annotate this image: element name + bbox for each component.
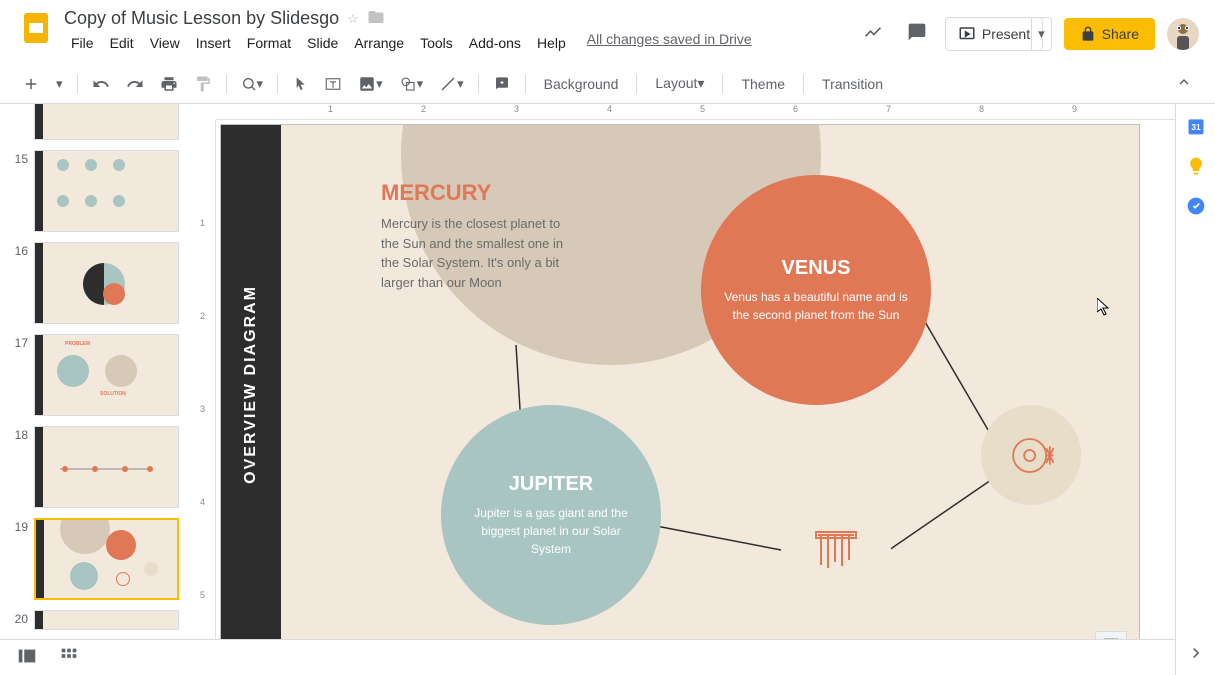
jupiter-desc: Jupiter is a gas giant and the biggest p… (461, 504, 641, 558)
toolbar: ▾ ▾ ▾ ▾ ▾ Background Layout▾ Theme Trans… (0, 64, 1215, 104)
overview-bar: OVERVIEW DIAGRAM (221, 125, 281, 643)
thumb-number: 19 (8, 518, 28, 534)
tasks-icon[interactable] (1186, 196, 1206, 216)
side-panel: 31 (1175, 104, 1215, 675)
thumb-number: 16 (8, 242, 28, 258)
slide-canvas[interactable]: OVERVIEW DIAGRAM MERCURY Mercury is the … (220, 124, 1140, 644)
menu-help[interactable]: Help (530, 31, 573, 55)
mercury-desc: Mercury is the closest planet to the Sun… (381, 214, 581, 292)
menubar: File Edit View Insert Format Slide Arran… (64, 31, 857, 55)
paint-format-button[interactable] (188, 71, 218, 97)
theme-button[interactable]: Theme (731, 70, 795, 98)
share-label: Share (1102, 26, 1139, 42)
comment-tool[interactable] (487, 71, 517, 97)
transition-button[interactable]: Transition (812, 70, 893, 98)
venus-desc: Venus has a beautiful name and is the se… (721, 288, 911, 324)
menu-file[interactable]: File (64, 31, 101, 55)
menu-tools[interactable]: Tools (413, 31, 460, 55)
share-button[interactable]: Share (1064, 18, 1155, 50)
menu-slide[interactable]: Slide (300, 31, 345, 55)
slide-thumbnail-20[interactable] (34, 610, 179, 630)
slide-thumbnail-17[interactable]: PROBLEM SOLUTION (34, 334, 179, 416)
menu-edit[interactable]: Edit (103, 31, 141, 55)
chimes-icon (806, 520, 866, 580)
user-avatar[interactable] (1167, 18, 1199, 50)
background-button[interactable]: Background (534, 70, 629, 98)
comments-icon[interactable] (901, 16, 933, 51)
slide-thumbnail[interactable] (34, 104, 179, 140)
star-icon[interactable]: ☆ (347, 11, 359, 27)
present-dropdown[interactable]: ▾ (1031, 17, 1052, 51)
menu-insert[interactable]: Insert (189, 31, 238, 55)
calendar-icon[interactable]: 31 (1186, 116, 1206, 136)
layout-button[interactable]: Layout▾ (645, 69, 714, 98)
drum-icon-circle[interactable] (981, 405, 1081, 505)
shape-tool[interactable]: ▾ (393, 71, 430, 97)
svg-text:31: 31 (1191, 122, 1201, 132)
select-tool[interactable] (286, 71, 314, 97)
mercury-text-block[interactable]: MERCURY Mercury is the closest planet to… (381, 180, 581, 292)
folder-icon[interactable] (367, 8, 385, 29)
sidepanel-expand[interactable] (1186, 643, 1206, 663)
jupiter-circle[interactable]: JUPITER Jupiter is a gas giant and the b… (441, 405, 661, 625)
slide-thumbnail-16[interactable] (34, 242, 179, 324)
slide-thumbnail-18[interactable] (34, 426, 179, 508)
horizontal-ruler: 1 2 3 4 5 6 7 8 9 (216, 104, 1175, 120)
activity-icon[interactable] (857, 16, 889, 51)
thumb-number: 15 (8, 150, 28, 166)
print-button[interactable] (154, 71, 184, 97)
collapse-toolbar[interactable] (1169, 67, 1199, 100)
zoom-button[interactable]: ▾ (235, 71, 270, 97)
chimes-icon-circle[interactable] (781, 495, 891, 605)
vertical-ruler: 1 2 3 4 5 (200, 120, 216, 675)
filmstrip-view-icon[interactable] (16, 645, 38, 670)
menu-arrange[interactable]: Arrange (347, 31, 411, 55)
undo-button[interactable] (86, 71, 116, 97)
menu-format[interactable]: Format (240, 31, 298, 55)
thumb-number: 18 (8, 426, 28, 442)
bottom-bar (0, 639, 1175, 675)
drum-icon (1004, 428, 1059, 483)
canvas-area[interactable]: 1 2 3 4 5 6 7 8 9 1 2 3 4 5 (200, 104, 1175, 675)
menu-addons[interactable]: Add-ons (462, 31, 528, 55)
keep-icon[interactable] (1186, 156, 1206, 176)
new-slide-dropdown[interactable]: ▾ (50, 71, 69, 97)
image-tool[interactable]: ▾ (352, 71, 389, 97)
jupiter-title: JUPITER (509, 473, 593, 496)
menu-view[interactable]: View (143, 31, 187, 55)
mercury-title: MERCURY (381, 180, 581, 206)
slide-thumbnail-19[interactable] (34, 518, 179, 600)
textbox-tool[interactable] (318, 71, 348, 97)
line-tool[interactable]: ▾ (433, 71, 470, 97)
save-status[interactable]: All changes saved in Drive (587, 31, 752, 55)
overview-title: OVERVIEW DIAGRAM (242, 285, 260, 484)
thumb-number: 17 (8, 334, 28, 350)
present-label: Present (982, 26, 1030, 42)
venus-circle[interactable]: VENUS Venus has a beautiful name and is … (701, 175, 931, 405)
redo-button[interactable] (120, 71, 150, 97)
present-button[interactable]: Present (945, 17, 1043, 51)
grid-view-icon[interactable] (58, 645, 80, 670)
doc-title[interactable]: Copy of Music Lesson by Slidesgo (64, 8, 339, 29)
thumb-number: 20 (8, 610, 28, 626)
new-slide-button[interactable] (16, 71, 46, 97)
slide-thumbnail-15[interactable] (34, 150, 179, 232)
venus-title: VENUS (782, 257, 851, 280)
filmstrip[interactable]: 15 16 (0, 104, 200, 675)
slides-logo[interactable] (16, 8, 56, 48)
